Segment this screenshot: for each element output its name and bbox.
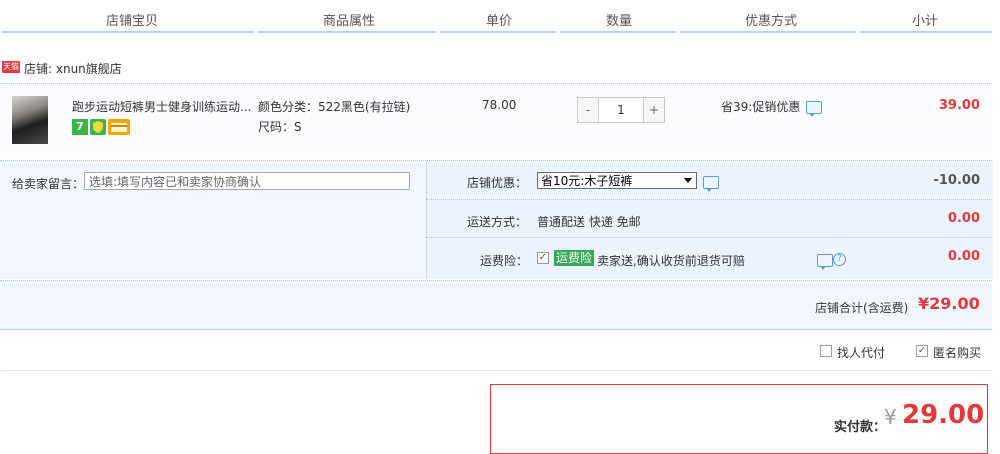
shop-discount-amount: -10.00 bbox=[933, 173, 980, 188]
payment-currency: ¥ bbox=[884, 405, 897, 429]
shop-total-amount: ¥29.00 bbox=[918, 294, 980, 313]
payment-summary: 实付款： ¥ 29.00 bbox=[490, 384, 988, 454]
unit-price: 78.00 bbox=[482, 98, 517, 112]
shield-icon[interactable] bbox=[90, 119, 106, 135]
shop-discount-selected: 省10元:木子短裤 bbox=[541, 174, 633, 188]
seller-message-input[interactable]: 选填:填写内容已和卖家协商确认 bbox=[84, 172, 410, 190]
col-header-discount: 优惠方式 bbox=[745, 14, 798, 29]
col-header-subtotal: 小计 bbox=[912, 14, 939, 29]
help-icon[interactable]: ? bbox=[833, 253, 846, 266]
divider bbox=[426, 237, 992, 238]
quantity-decrease-button[interactable]: - bbox=[578, 98, 599, 122]
shipping-amount: 0.00 bbox=[947, 211, 980, 226]
payment-amount: 29.00 bbox=[902, 400, 985, 430]
shop-total-label: 店铺合计(含运费) bbox=[815, 301, 909, 315]
shop-name-link[interactable]: 店铺: xnun旗舰店 bbox=[24, 60, 122, 77]
seven-day-return-icon[interactable]: 7 bbox=[72, 119, 88, 135]
header-rule bbox=[258, 31, 436, 33]
quantity-increase-button[interactable]: + bbox=[643, 98, 664, 122]
insurance-desc: 卖家送,确认收货前退货可赔 bbox=[597, 254, 745, 268]
shop-line: 天猫 店铺: xnun旗舰店 bbox=[0, 56, 1000, 80]
insurance-checkbox[interactable]: ✓ bbox=[537, 252, 549, 264]
header-rule bbox=[440, 31, 556, 33]
shop-discount-label: 店铺优惠： bbox=[467, 176, 528, 190]
col-header-quantity: 数量 bbox=[606, 14, 633, 29]
tmall-icon: 天猫 bbox=[2, 61, 20, 73]
product-title-link[interactable]: 跑步运动短裤男士健身训练运动... bbox=[72, 98, 252, 115]
product-thumbnail[interactable] bbox=[12, 96, 48, 144]
proxy-pay-checkbox[interactable] bbox=[820, 345, 832, 357]
header-rule bbox=[2, 31, 254, 33]
shop-total-row: 店铺合计(含运费) ¥29.00 bbox=[0, 280, 992, 330]
table-header: 店铺宝贝 商品属性 单价 数量 优惠方式 小计 bbox=[0, 0, 1000, 34]
promo-tip-icon[interactable] bbox=[806, 101, 822, 117]
header-rule bbox=[680, 31, 856, 33]
quantity-stepper: - 1 + bbox=[577, 97, 665, 123]
divider bbox=[426, 199, 992, 200]
credit-card-icon[interactable] bbox=[108, 119, 130, 135]
insurance-tag: 运费险 bbox=[554, 250, 595, 266]
discount-tip-icon[interactable] bbox=[703, 176, 719, 192]
insurance-amount: 0.00 bbox=[947, 249, 980, 264]
order-options: 给卖家留言： 选填:填写内容已和卖家协商确认 店铺优惠： 省10元:木子短裤 -… bbox=[0, 160, 993, 279]
header-rule bbox=[860, 31, 992, 33]
item-subtotal: 39.00 bbox=[938, 98, 980, 113]
anonymous-label[interactable]: 匿名购买 bbox=[933, 344, 981, 361]
quantity-input[interactable]: 1 bbox=[599, 98, 643, 122]
col-header-attributes: 商品属性 bbox=[323, 14, 376, 29]
col-header-item: 店铺宝贝 bbox=[106, 14, 159, 29]
cart-item-row: 跑步运动短裤男士健身训练运动... 7 颜色分类：522黑色(有拉链) 尺码：S… bbox=[0, 83, 992, 158]
insurance-tip-icon[interactable] bbox=[817, 254, 833, 270]
attr-color: 颜色分类：522黑色(有拉链) bbox=[258, 100, 411, 114]
anonymous-checkbox[interactable]: ✓ bbox=[916, 345, 928, 357]
seller-message-label: 给卖家留言： bbox=[12, 177, 85, 191]
attr-size: 尺码：S bbox=[258, 120, 302, 134]
shipping-method: 普通配送 快递 免邮 bbox=[537, 215, 641, 229]
shop-discount-select[interactable]: 省10元:木子短裤 bbox=[537, 172, 697, 189]
proxy-pay-label[interactable]: 找人代付 bbox=[837, 344, 885, 361]
col-header-price: 单价 bbox=[486, 14, 513, 29]
shipping-label: 运送方式： bbox=[467, 215, 528, 229]
extra-options-row: 找人代付 ✓ 匿名购买 bbox=[0, 330, 992, 371]
payment-label: 实付款： bbox=[834, 420, 887, 435]
promo-text: 省39:促销优惠 bbox=[721, 100, 801, 114]
insurance-label: 运费险： bbox=[480, 254, 529, 268]
chevron-down-icon bbox=[684, 178, 692, 183]
service-badges: 7 bbox=[72, 119, 132, 135]
header-rule bbox=[560, 31, 676, 33]
